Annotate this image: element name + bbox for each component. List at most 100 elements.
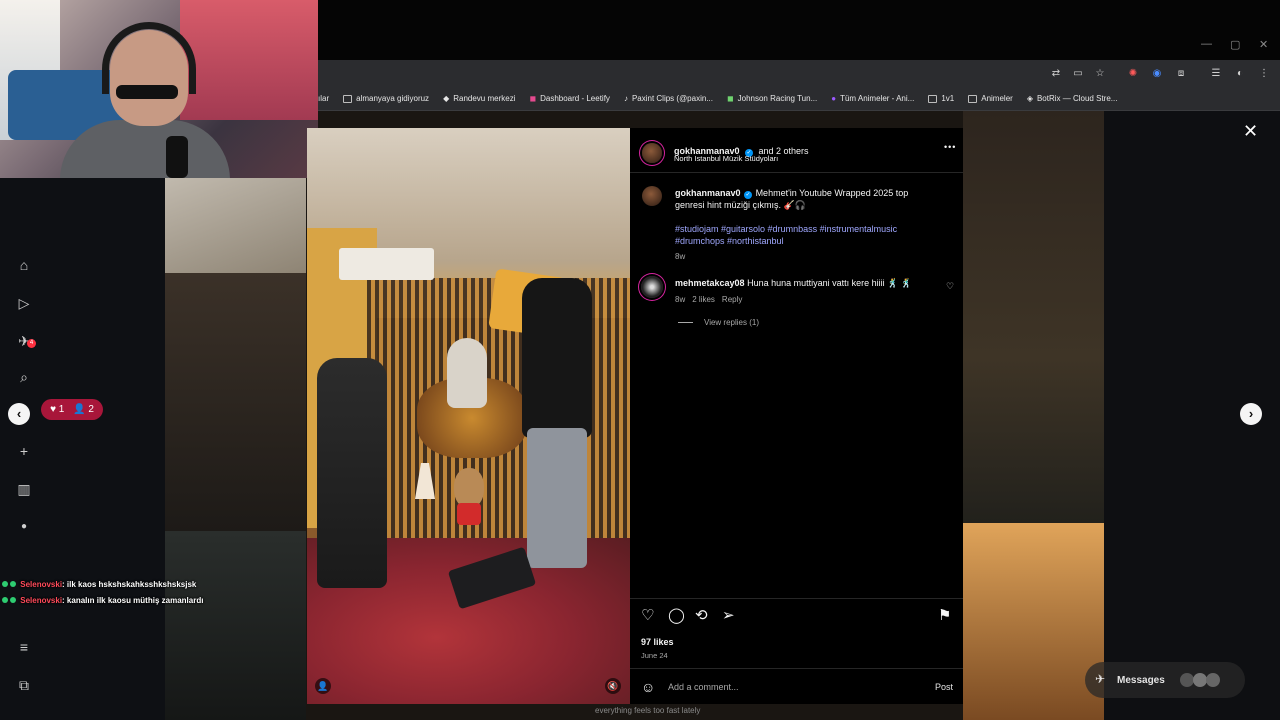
commenter-avatar[interactable] [641, 276, 663, 298]
bookmark-item[interactable]: ılar [318, 94, 329, 103]
bookmark-label: BotRix — Cloud Stre... [1036, 94, 1118, 103]
chat-text: : kanalın ilk kaosu müthiş zamanlardı [62, 596, 204, 605]
comment-icon[interactable]: ◯ [668, 608, 685, 624]
bookmark-item[interactable]: ♪ Paxint Clips (@paxin... [624, 94, 713, 103]
pill-hearts-count: 1 [58, 404, 65, 415]
repost-icon[interactable]: ⟲ [695, 608, 708, 624]
comment-like-icon[interactable]: ♡ [946, 281, 954, 292]
avatar [1193, 673, 1207, 687]
menu-icon[interactable]: ≡ [15, 638, 33, 656]
avatar [1206, 673, 1220, 687]
webcam-wall [180, 0, 318, 120]
bookmark-label: Tüm Animeler - Ani... [840, 94, 915, 103]
comment-input[interactable]: Add a comment... [668, 682, 918, 692]
more-apps-icon[interactable]: ⧉ [15, 676, 33, 694]
bookmark-item[interactable]: ● Tüm Animeler - Ani... [831, 94, 914, 103]
caption-avatar[interactable] [642, 186, 662, 206]
ac-unit [339, 248, 434, 280]
bookmark-label: 1v1 [941, 94, 955, 103]
minimize-button[interactable]: — [1201, 38, 1212, 50]
view-replies-button[interactable]: View replies (1) [704, 318, 759, 327]
bookmark-item[interactable]: Animeler [968, 94, 1013, 103]
close-modal-button[interactable]: ✕ [1243, 121, 1258, 142]
post-details-panel: gokhanmanav0 ✓ and 2 others North Istanb… [630, 128, 963, 704]
messages-button[interactable]: ✈ Messages [1085, 662, 1245, 698]
bookmark-item[interactable]: ◆ Randevu merkezi [443, 94, 515, 103]
caption: gokhanmanav0 ✓ Mehmet'in Youtube Wrapped… [675, 187, 923, 211]
activity-pill[interactable]: ♥ 1 👤 2 [41, 399, 103, 420]
bookmark-item[interactable]: ◼ Johnson Racing Tun... [727, 94, 817, 103]
close-window-button[interactable]: ✕ [1259, 38, 1268, 51]
previous-post-button[interactable]: ‹ [8, 403, 30, 425]
folder-icon [343, 94, 353, 103]
bookmark-label: Dashboard - Leetify [540, 94, 610, 103]
extensions-puzzle-icon[interactable]: ⧈ [1175, 68, 1187, 80]
comment-text: Huna huna muttiyani vattı kere hiiii 🕺 🕺 [747, 278, 913, 288]
badge-icon [2, 581, 8, 587]
author-avatar[interactable] [642, 143, 662, 163]
badge-icon [2, 597, 8, 603]
search-icon[interactable]: ⌕ [15, 368, 33, 386]
post-comment-button[interactable]: Post [935, 682, 953, 692]
site-icon: ◼ [726, 94, 734, 103]
reply-button[interactable]: Reply [722, 295, 742, 304]
bookmark-label: ılar [318, 94, 330, 103]
notification-badge: 4 [27, 339, 36, 348]
hashtags[interactable]: #studiojam #guitarsolo #drumnbass #instr… [675, 223, 925, 247]
caption-username[interactable]: gokhanmanav0 [675, 188, 741, 198]
save-icon[interactable]: ⚑ [938, 608, 951, 624]
chat-message: Selenovski: kanalın ilk kaosu müthiş zam… [2, 596, 203, 605]
site-icon: ● [831, 94, 837, 103]
bookmark-item[interactable]: ◈ BotRix — Cloud Stre... [1027, 94, 1118, 103]
bookmark-item[interactable]: 1v1 [928, 94, 954, 103]
reading-list-icon[interactable]: ☰ [1210, 68, 1222, 80]
post-location[interactable]: North Istanbul Müzik Stüdyoları [674, 154, 778, 163]
badge-icon [10, 581, 16, 587]
bookmark-label: Johnson Racing Tun... [737, 94, 818, 103]
avatar [1180, 673, 1194, 687]
folder-icon [968, 94, 978, 103]
browser-menu-icon[interactable]: ⋮ [1258, 68, 1270, 80]
webcam-glasses [116, 85, 178, 99]
bookmark-label: Paxint Clips (@paxin... [631, 94, 713, 103]
bookmark-item[interactable]: ◼ Dashboard - Leetify [529, 94, 609, 103]
comment-likes[interactable]: 2 likes [692, 295, 715, 304]
reels-icon[interactable]: ▷ [15, 294, 33, 312]
extension-icon[interactable]: ◉ [1151, 68, 1163, 80]
next-post-button[interactable]: › [1240, 403, 1262, 425]
divider [630, 668, 963, 669]
bookmark-star-icon[interactable]: ☆ [1094, 68, 1106, 80]
heart-icon: ♥ [50, 404, 56, 415]
divider [630, 172, 963, 173]
chat-nick: Selenovski [20, 596, 63, 605]
mute-icon[interactable]: 🔇 [605, 678, 621, 694]
window-titlebar: — ▢ ✕ [318, 0, 1280, 60]
feed-tile [963, 523, 1104, 720]
comment-meta: 8w 2 likes Reply [675, 295, 742, 304]
tagged-users-icon[interactable]: 👤 [315, 678, 331, 694]
verified-icon: ✓ [744, 191, 753, 199]
caption-age: 8w [675, 252, 686, 261]
more-options-icon[interactable]: ••• [944, 142, 956, 152]
home-icon[interactable]: ⌂ [15, 256, 33, 274]
emoji-icon[interactable]: ☺ [641, 679, 655, 695]
divider [630, 598, 963, 599]
likes-count[interactable]: 97 likes [641, 637, 674, 647]
commenter-username[interactable]: mehmetakcay08 [675, 278, 745, 288]
profile-icon[interactable]: ● [15, 518, 33, 536]
insights-icon[interactable]: ▥ [15, 480, 33, 498]
create-icon[interactable]: + [15, 442, 33, 460]
profile-avatar-icon[interactable]: ◐ [1234, 68, 1246, 80]
teddy-shirt [457, 503, 481, 525]
post-media[interactable]: 👤 🔇 [307, 128, 630, 704]
extension-icon[interactable]: ✺ [1127, 68, 1139, 80]
bookmark-label: Animeler [981, 94, 1013, 103]
bookmark-item[interactable]: almanyaya gidiyoruz [343, 94, 429, 103]
cast-icon[interactable]: ▭ [1072, 68, 1084, 80]
microphone-icon [166, 136, 188, 178]
like-icon[interactable]: ♡ [641, 608, 654, 624]
maximize-button[interactable]: ▢ [1230, 38, 1240, 51]
comment: mehmetakcay08 Huna huna muttiyani vattı … [675, 278, 933, 289]
translate-icon[interactable]: ⇄ [1050, 68, 1062, 80]
share-icon[interactable]: ➢ [722, 608, 735, 624]
